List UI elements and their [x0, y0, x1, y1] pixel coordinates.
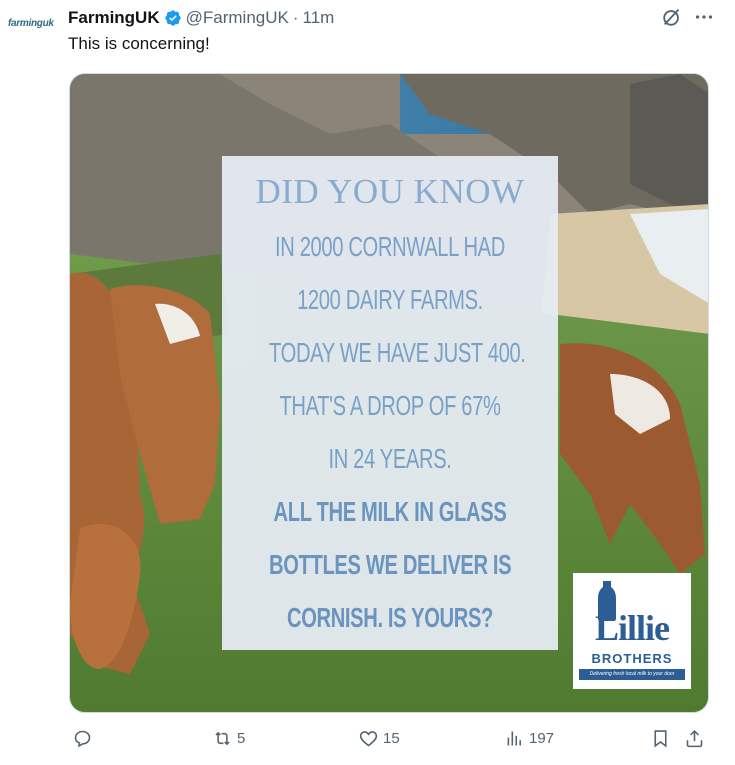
view-count: 197	[529, 730, 555, 747]
bookmark-button[interactable]	[650, 728, 671, 749]
like-count: 15	[383, 730, 400, 747]
tweet-image[interactable]: DID YOU KNOW IN 2000 CORNWALL HAD 1200 D…	[69, 73, 709, 713]
bookmark-icon	[654, 730, 667, 748]
card-line: 1200 DAIRY FARMS.	[297, 284, 483, 315]
card-line-bold: BOTTLES WE DELIVER IS	[269, 549, 512, 580]
card-line: TODAY WE HAVE JUST 400.	[269, 337, 526, 368]
views-icon	[507, 731, 521, 746]
tweet-actions: 5 15 197	[64, 728, 714, 756]
share-button[interactable]	[684, 728, 705, 749]
like-icon	[359, 731, 378, 747]
views-button[interactable]: 197	[504, 728, 554, 749]
separator: ·	[292, 8, 299, 27]
verified-badge-icon	[164, 10, 181, 26]
timestamp[interactable]: 11m	[303, 8, 335, 28]
author-handle[interactable]: @FarmingUK	[186, 8, 289, 28]
info-card: DID YOU KNOW IN 2000 CORNWALL HAD 1200 D…	[222, 156, 558, 650]
author-name[interactable]: FarmingUK	[68, 8, 160, 28]
header-actions	[661, 6, 715, 28]
more-icon[interactable]	[693, 6, 715, 28]
reply-icon	[74, 730, 91, 748]
brand-logo: Lillie BROTHERS Delivering fresh local m…	[573, 573, 691, 689]
grok-icon[interactable]	[661, 6, 683, 28]
card-line-bold: ALL THE MILK IN GLASS	[273, 496, 507, 527]
card-line: THAT'S A DROP OF 67%	[279, 390, 501, 421]
repost-icon	[215, 731, 230, 746]
logo-name: Lillie	[595, 608, 670, 648]
logo-tagline: Delivering fresh local milk to your door	[579, 669, 685, 680]
repost-button[interactable]: 5	[212, 728, 245, 749]
repost-count: 5	[237, 730, 246, 747]
like-button[interactable]: 15	[358, 728, 400, 749]
card-title: DID YOU KNOW	[255, 172, 525, 211]
tweet-header: FarmingUK @FarmingUK · 11m	[68, 6, 715, 30]
author-avatar[interactable]: farminguk	[8, 18, 60, 40]
share-icon	[686, 729, 703, 748]
reply-button[interactable]	[72, 728, 97, 749]
logo-subname: BROTHERS	[591, 651, 673, 666]
card-line-bold: CORNISH. IS YOURS?	[287, 602, 493, 633]
card-line: IN 24 YEARS.	[328, 443, 452, 474]
card-line: IN 2000 CORNWALL HAD	[275, 231, 505, 262]
tweet-text: This is concerning!	[68, 34, 210, 53]
